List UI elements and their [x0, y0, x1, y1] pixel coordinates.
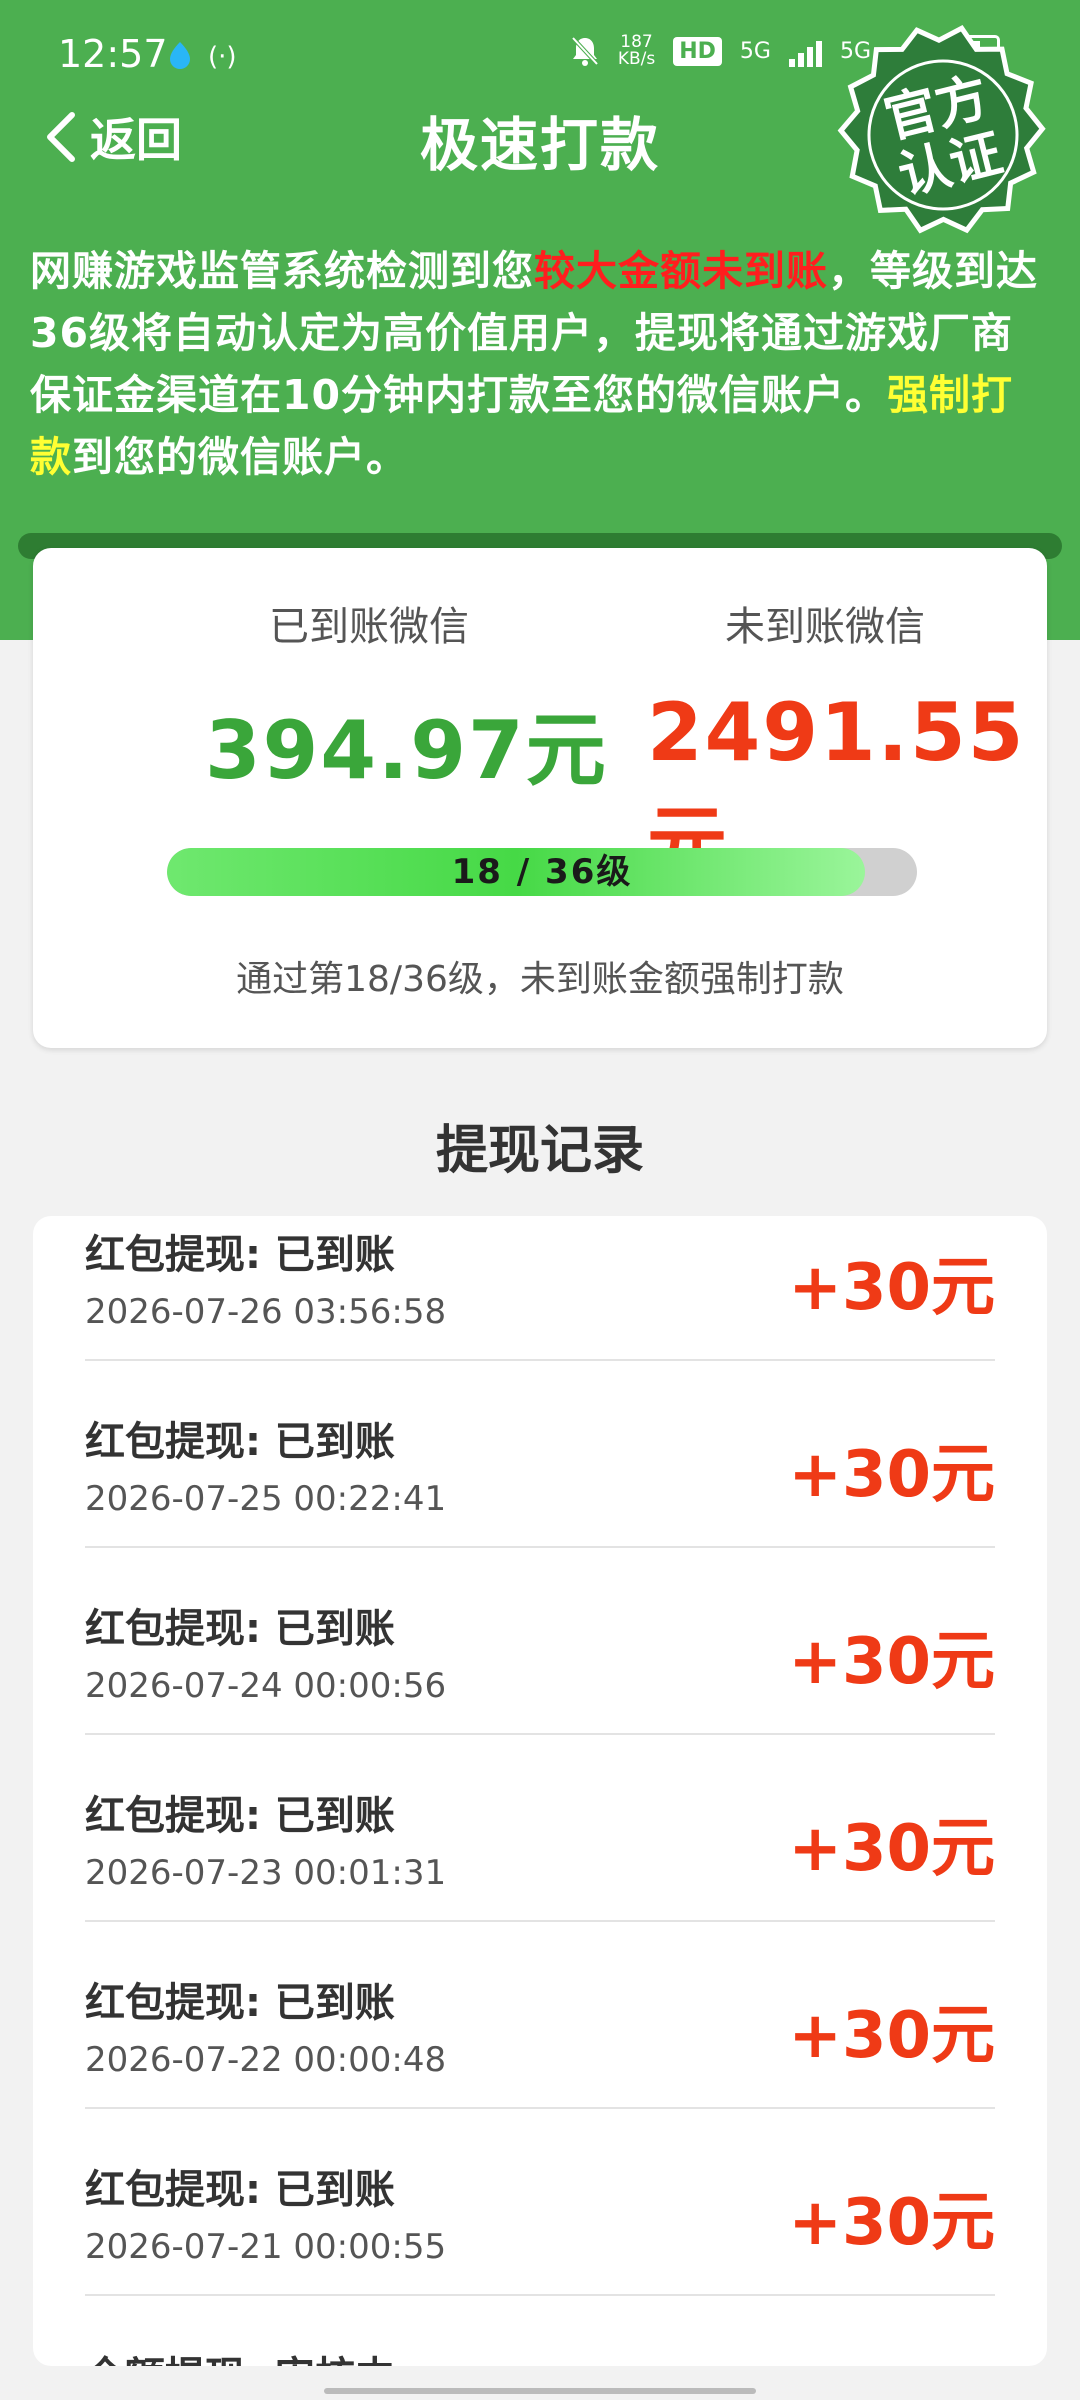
list-item[interactable]: 红包提现: 已到账 2026-07-23 00:01:31 +30元 — [85, 1735, 995, 1922]
notice-part3: 到您的微信账户。 — [72, 433, 408, 481]
record-amount: +30元 — [788, 1251, 995, 1325]
record-title: 红包提现: 已到账 — [85, 1606, 395, 1652]
list-item[interactable]: 全额提现: 审核中 +956.85元 — [85, 2296, 995, 2366]
official-certified-badge-icon: 官方 认证 — [837, 25, 1046, 234]
records-list[interactable]: 红包提现: 已到账 2026-07-26 03:56:58 +30元 红包提现: 已到… — [33, 1216, 1047, 2366]
records-list-inner: 红包提现: 已到账 2026-07-26 03:56:58 +30元 红包提现: 已到… — [33, 1216, 1047, 2366]
list-item[interactable]: 红包提现: 已到账 2026-07-21 00:00:55 +30元 — [85, 2109, 995, 2296]
record-amount: +30元 — [788, 1625, 995, 1699]
record-time: 2026-07-23 00:01:31 — [85, 1853, 447, 1893]
notification-drop-icon — [170, 42, 190, 69]
notice-highlight-red: 较大金额未到账 — [534, 247, 828, 295]
speed-unit: KB/s — [617, 49, 656, 69]
notice-text: 网赚游戏监管系统检测到您较大金额未到账，等级到达36级将自动认定为高价值用户，提… — [30, 240, 1050, 488]
record-amount: +30元 — [788, 1438, 995, 1512]
hd-icon: HD — [673, 36, 722, 66]
record-time: 2026-07-22 00:00:48 — [85, 2040, 447, 2080]
list-item[interactable]: 红包提现: 已到账 2026-07-25 00:22:41 +30元 — [85, 1361, 995, 1548]
record-amount: +30元 — [788, 2186, 995, 2260]
network-speed: 187 KB/s — [618, 34, 655, 68]
record-time: 2026-07-26 03:56:58 — [85, 1292, 447, 1332]
signal-icon — [788, 35, 822, 67]
home-indicator[interactable] — [324, 2388, 756, 2394]
record-title: 红包提现: 已到账 — [85, 1419, 395, 1465]
record-title: 红包提现: 已到账 — [85, 1232, 395, 1278]
pending-label: 未到账微信 — [725, 604, 925, 650]
record-title: 红包提现: 已到账 — [85, 1793, 395, 1839]
list-item[interactable]: 红包提现: 已到账 2026-07-26 03:56:58 +30元 — [85, 1216, 995, 1361]
record-title: 全额提现: 审核中 — [85, 2344, 395, 2366]
record-time: 2026-07-21 00:00:55 — [85, 2227, 447, 2267]
record-title: 红包提现: 已到账 — [85, 2167, 395, 2213]
pending-column: 未到账微信 — [33, 594, 1047, 652]
list-item[interactable]: 红包提现: 已到账 2026-07-24 00:00:56 +30元 — [85, 1548, 995, 1735]
network-type-1: 5G — [739, 38, 771, 64]
record-title: 红包提现: 已到账 — [85, 1980, 395, 2026]
level-progress-bar: 18 / 36级 — [167, 848, 917, 896]
notice-part1: 网赚游戏监管系统检测到您 — [30, 247, 534, 295]
mute-bell-icon — [571, 36, 599, 66]
progress-label: 18 / 36级 — [451, 852, 633, 892]
status-time: 12:57 — [58, 32, 168, 76]
record-amount: +30元 — [788, 1999, 995, 2073]
record-time: 2026-07-25 00:22:41 — [85, 1479, 447, 1519]
list-item[interactable]: 红包提现: 已到账 2026-07-22 00:00:48 +30元 — [85, 1922, 995, 2109]
record-time: 2026-07-24 00:00:56 — [85, 1666, 447, 1706]
records-title: 提现记录 — [435, 1121, 644, 1181]
summary-card: 已到账微信 未到账微信 394.97元 2491.55元 18 / 36级 通过… — [33, 548, 1047, 1048]
card-note: 通过第18/36级，未到账金额强制打款 — [236, 959, 844, 1000]
record-amount: +30元 — [788, 1812, 995, 1886]
nfc-icon: (·) — [208, 42, 237, 72]
record-amount: +956.85元 — [630, 2358, 995, 2366]
received-amount: 394.97元 — [205, 704, 608, 797]
